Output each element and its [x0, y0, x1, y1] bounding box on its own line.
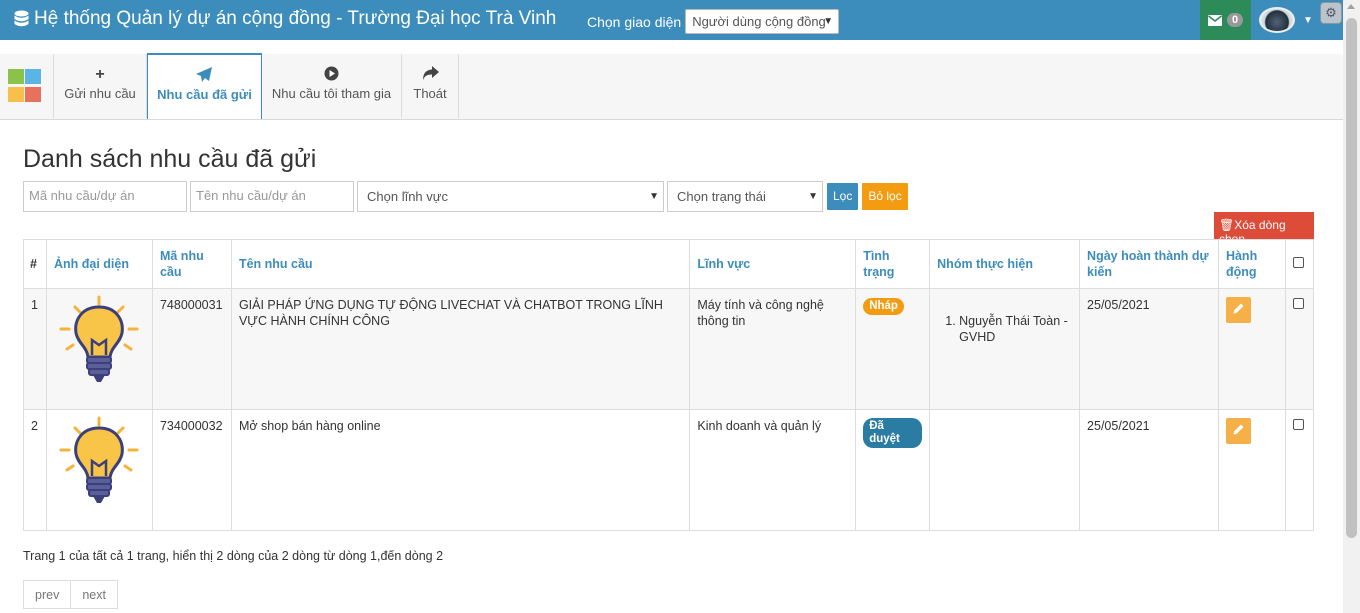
pagination: prev next [23, 580, 118, 609]
col-num: # [23, 239, 47, 289]
row-select-cell [1284, 409, 1315, 531]
status-select[interactable]: Chọn trạng thái ▼ [667, 181, 823, 212]
clear-filter-button[interactable]: Bỏ lọc [862, 183, 908, 210]
ui-select[interactable]: Người dùng cộng đồng ▼ [685, 9, 840, 34]
status-badge: Đã duyệt [863, 418, 923, 448]
row-select-cell [1284, 288, 1315, 410]
tab-label: Nhu cầu đã gửi [157, 87, 252, 102]
pencil-icon [1233, 303, 1244, 314]
row-field: Máy tính và công nghệ thông tin [689, 288, 857, 410]
row-code: 748000031 [151, 288, 232, 410]
col-select-all[interactable] [1284, 239, 1315, 289]
status-select-value: Chọn trạng thái [677, 189, 766, 204]
row-name[interactable]: Mở shop bán hàng online [230, 409, 691, 531]
tab-logout[interactable]: Thoát [402, 54, 459, 118]
col-field[interactable]: Lĩnh vực [689, 239, 857, 289]
row-status-cell: Đã duyệt [855, 409, 931, 531]
ui-chooser-label: Chọn giao diện [587, 13, 682, 30]
col-name[interactable]: Tên nhu cầu [230, 239, 691, 289]
ribbon-toolbar: + Gửi nhu cầu Nhu cầu đã gửi Nhu cầu tôi… [0, 40, 1343, 120]
plus-icon: + [95, 66, 105, 83]
scroll-up-icon[interactable] [1347, 4, 1355, 9]
col-group[interactable]: Nhóm thực hiện [929, 239, 1081, 289]
database-icon [14, 10, 29, 27]
lightbulb-icon [59, 416, 139, 503]
scrollbar-thumb[interactable] [1346, 18, 1357, 538]
row-field: Kinh doanh và quản lý [689, 409, 857, 531]
requests-table: # Ảnh đại diện Mã nhu cầu Tên nhu cầu Lĩ… [23, 239, 1315, 531]
ui-select-value: Người dùng cộng đồng [692, 14, 826, 29]
envelope-icon [1207, 14, 1222, 26]
user-menu[interactable]: ▼ [1251, 0, 1319, 40]
filter-button[interactable]: Lọc [827, 183, 859, 210]
field-select[interactable]: Chọn lĩnh vực ▼ [357, 181, 664, 212]
messages-button[interactable]: 0 [1200, 0, 1251, 40]
ui-chooser: Chọn giao diện Người dùng cộng đồng ▼ [587, 9, 840, 34]
caret-down-icon: ▼ [1303, 14, 1313, 26]
row-date: 25/05/2021 [1079, 288, 1219, 410]
row-image-cell [45, 409, 153, 531]
chevron-down-icon: ▼ [823, 16, 834, 27]
row-code: 734000032 [151, 409, 232, 531]
next-button[interactable]: next [71, 580, 118, 609]
row-checkbox[interactable] [1292, 298, 1304, 309]
edit-button[interactable] [1225, 297, 1251, 323]
row-group-cell [929, 409, 1081, 531]
play-circle-icon [324, 66, 339, 86]
col-date[interactable]: Ngày hoàn thành dự kiến [1079, 239, 1219, 289]
tab-send-request[interactable]: + Gửi nhu cầu [54, 54, 147, 118]
delete-selected-button[interactable]: 🗑Xóa dòng chọn [1214, 212, 1314, 246]
pencil-icon [1233, 424, 1244, 435]
table-row[interactable]: 2 734000032 Mở shop bán hàng online Kinh… [23, 409, 1315, 531]
share-arrow-icon [422, 66, 439, 86]
col-code[interactable]: Mã nhu cầu [151, 239, 232, 289]
prev-button[interactable]: prev [23, 580, 72, 609]
row-num: 2 [23, 409, 47, 531]
table-header-row: # Ảnh đại diện Mã nhu cầu Tên nhu cầu Lĩ… [23, 239, 1315, 289]
select-all-checkbox[interactable] [1292, 257, 1304, 268]
group-member: Nguyễn Thái Toàn - GVHD [959, 313, 1072, 345]
filter-bar: Mã nhu cầu/dự án Tên nhu cầu/dự án Chọn … [23, 181, 908, 212]
row-action-cell [1217, 288, 1286, 410]
tab-label: Thoát [413, 86, 447, 101]
mail-count-badge: 0 [1226, 13, 1244, 27]
code-search-input[interactable]: Mã nhu cầu/dự án [23, 181, 187, 212]
row-action-cell [1217, 409, 1286, 531]
app-logo-icon [0, 54, 54, 118]
chevron-down-icon: ▼ [808, 191, 818, 202]
top-navbar: Hệ thống Quản lý dự án cộng đồng - Trườn… [0, 0, 1343, 40]
col-status[interactable]: Tình trạng [855, 239, 931, 289]
col-action: Hành động [1217, 239, 1286, 289]
tab-participating[interactable]: Nhu cầu tôi tham gia [262, 54, 402, 118]
row-checkbox[interactable] [1292, 419, 1304, 430]
chevron-down-icon: ▼ [649, 191, 659, 202]
tab-label: Nhu cầu tôi tham gia [271, 86, 392, 101]
paper-plane-icon [196, 67, 213, 87]
row-date: 25/05/2021 [1079, 409, 1219, 531]
row-image-cell [45, 288, 153, 410]
page-title: Danh sách nhu cầu đã gửi [23, 145, 317, 173]
col-image[interactable]: Ảnh đại diện [45, 239, 153, 289]
table-row[interactable]: 1 748000031 GIẢI PHÁP ỨNG DỤNG TỰ ĐỘNG L… [23, 288, 1315, 410]
name-search-input[interactable]: Tên nhu cầu/dự án [190, 181, 354, 212]
tab-label: Gửi nhu cầu [64, 86, 136, 101]
app-title-text: Hệ thống Quản lý dự án cộng đồng - Trườn… [34, 8, 557, 29]
pagination-info: Trang 1 của tất cả 1 trang, hiển thị 2 d… [23, 549, 444, 563]
app-title[interactable]: Hệ thống Quản lý dự án cộng đồng - Trườn… [14, 8, 556, 30]
row-name[interactable]: GIẢI PHÁP ỨNG DỤNG TỰ ĐỘNG LIVECHAT VÀ C… [230, 288, 691, 410]
trash-icon: 🗑 [1219, 218, 1235, 232]
row-group-cell: Nguyễn Thái Toàn - GVHD [929, 288, 1081, 410]
row-status-cell: Nháp [855, 288, 931, 410]
avatar [1259, 7, 1295, 33]
edit-button[interactable] [1225, 418, 1251, 444]
page-scrollbar[interactable] [1343, 0, 1360, 613]
lightbulb-icon [59, 295, 139, 382]
tab-sent-requests[interactable]: Nhu cầu đã gửi [147, 53, 262, 119]
group-member-list: Nguyễn Thái Toàn - GVHD [937, 313, 1072, 345]
settings-icon[interactable]: ⚙ [1320, 2, 1342, 24]
field-select-value: Chọn lĩnh vực [367, 189, 448, 204]
row-num: 1 [23, 288, 47, 410]
status-badge: Nháp [863, 298, 904, 315]
